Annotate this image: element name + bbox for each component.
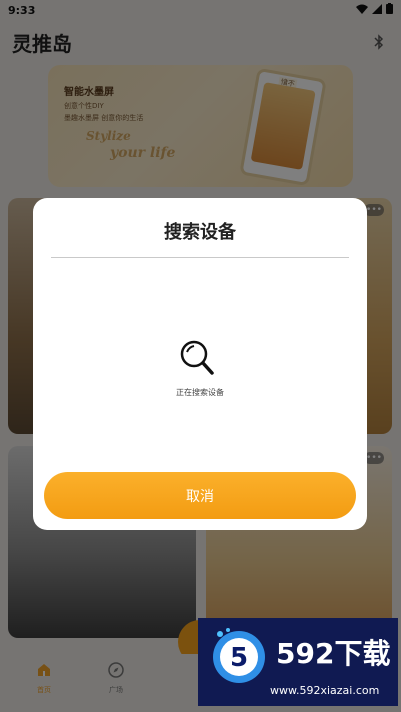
cancel-button[interactable]: 取消 [44, 472, 356, 519]
dialog-title: 搜索设备 [164, 222, 236, 243]
watermark-logo-text: 5 [230, 643, 248, 673]
watermark-url: www.592xiazai.com [270, 684, 380, 697]
dialog-divider [51, 257, 349, 258]
search-icon [178, 338, 218, 378]
searching-status-text: 正在搜索设备 [176, 388, 224, 397]
watermark-brand: 592下载 [276, 637, 391, 670]
search-device-dialog: 搜索设备 正在搜索设备 取消 [33, 198, 367, 530]
watermark-logo: 5 [208, 626, 270, 688]
site-watermark: 5 592下载 www.592xiazai.com [198, 618, 398, 706]
